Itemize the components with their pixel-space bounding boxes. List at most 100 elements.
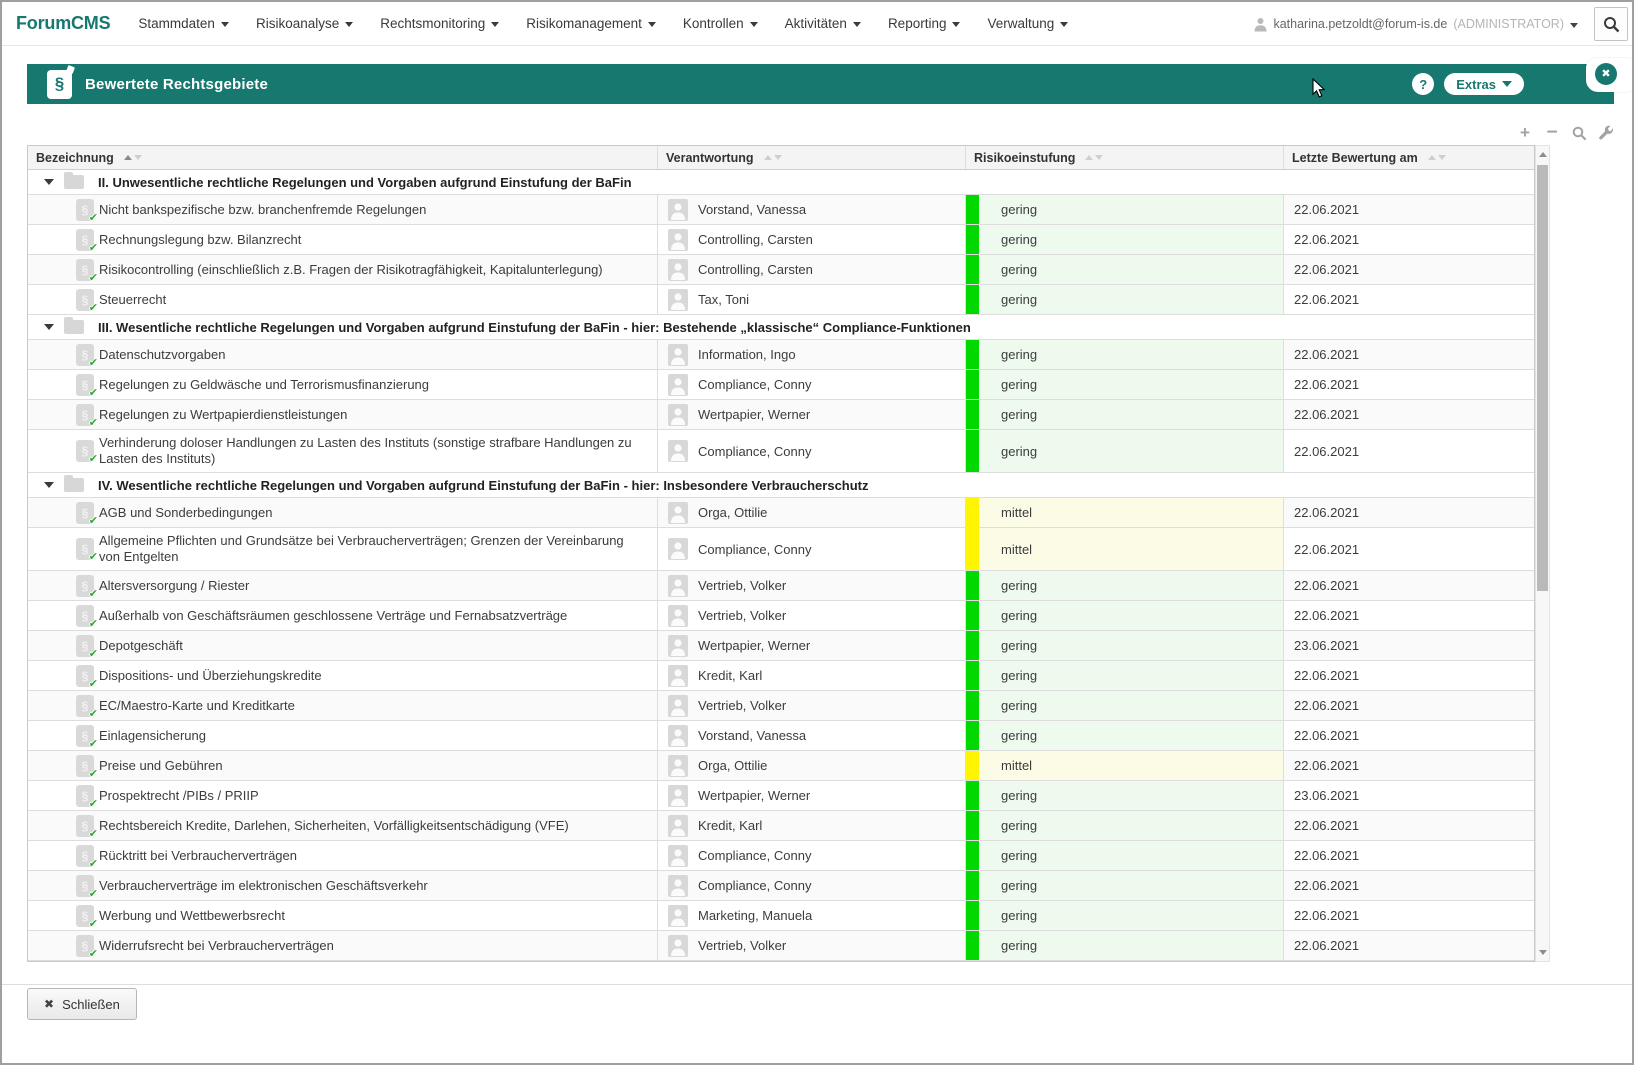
group-label: III. Wesentliche rechtliche Regelungen u…: [98, 320, 971, 335]
table-row[interactable]: §Nicht bankspezifische bzw. branchenfrem…: [28, 195, 1534, 225]
table-row[interactable]: §Altersversorgung / RiesterVertrieb, Vol…: [28, 571, 1534, 601]
column-header-3[interactable]: Risikoeinstufung: [966, 146, 1284, 169]
collapse-triangle-icon[interactable]: [44, 482, 54, 488]
table-row[interactable]: §Widerrufsrecht bei Verbraucherverträgen…: [28, 931, 1534, 961]
menu-item-risikomanagement[interactable]: Risikomanagement: [526, 16, 656, 31]
cell-verantwortung: Wertpapier, Werner: [658, 400, 966, 429]
settings-wrench-icon[interactable]: [1598, 125, 1614, 141]
table-row[interactable]: §Verbraucherverträge im elektronischen G…: [28, 871, 1534, 901]
cell-verantwortung: Kredit, Karl: [658, 661, 966, 690]
cell-verantwortung: Kredit, Karl: [658, 811, 966, 840]
legal-area-checked-icon: §: [76, 665, 94, 687]
vertical-scrollbar[interactable]: [1535, 145, 1550, 962]
table-row[interactable]: §Rücktritt bei VerbraucherverträgenCompl…: [28, 841, 1534, 871]
add-row-icon[interactable]: +: [1517, 125, 1533, 141]
table-row[interactable]: §EC/Maestro-Karte und KreditkarteVertrie…: [28, 691, 1534, 721]
owner-name: Compliance, Conny: [698, 444, 811, 459]
table-row[interactable]: §Rechtsbereich Kredite, Darlehen, Sicher…: [28, 811, 1534, 841]
cell-letzte-bewertung: 22.06.2021: [1284, 195, 1534, 224]
owner-name: Orga, Ottilie: [698, 505, 767, 520]
column-header-1[interactable]: Bezeichnung: [28, 146, 658, 169]
cell-bezeichnung: §AGB und Sonderbedingungen: [28, 498, 658, 527]
risk-color-chip: [966, 871, 979, 900]
group-row[interactable]: II. Unwesentliche rechtliche Regelungen …: [28, 170, 1534, 195]
table-row[interactable]: §Dispositions- und ÜberziehungskrediteKr…: [28, 661, 1534, 691]
table-row[interactable]: §Regelungen zu Wertpapierdienstleistunge…: [28, 400, 1534, 430]
table-row[interactable]: §Außerhalb von Geschäftsräumen geschloss…: [28, 601, 1534, 631]
menu-item-kontrollen[interactable]: Kontrollen: [683, 16, 758, 31]
risk-label: gering: [1001, 848, 1037, 863]
risk-color-chip: [966, 661, 979, 690]
table-row[interactable]: §Werbung und WettbewerbsrechtMarketing, …: [28, 901, 1534, 931]
scrollbar-thumb[interactable]: [1537, 165, 1548, 591]
sort-arrows-icon: [1428, 155, 1446, 160]
avatar-icon: [668, 695, 688, 717]
menu-item-rechtsmonitoring[interactable]: Rechtsmonitoring: [380, 16, 499, 31]
rechtsgebiete-table: BezeichnungVerantwortungRisikoeinstufung…: [27, 145, 1535, 962]
cell-letzte-bewertung: 23.06.2021: [1284, 781, 1534, 810]
owner-name: Compliance, Conny: [698, 878, 811, 893]
cell-verantwortung: Compliance, Conny: [658, 871, 966, 900]
chevron-down-icon: [750, 22, 758, 27]
remove-row-icon[interactable]: −: [1544, 125, 1560, 141]
owner-name: Vorstand, Vanessa: [698, 728, 806, 743]
evaluation-date: 22.06.2021: [1294, 377, 1359, 392]
cell-letzte-bewertung: 22.06.2021: [1284, 571, 1534, 600]
avatar-icon: [668, 845, 688, 867]
table-row[interactable]: §DatenschutzvorgabenInformation, Ingoger…: [28, 340, 1534, 370]
global-search-button[interactable]: [1594, 7, 1628, 41]
extras-button[interactable]: Extras: [1444, 73, 1524, 95]
menu-item-risikoanalyse[interactable]: Risikoanalyse: [256, 16, 353, 31]
cell-verantwortung: Compliance, Conny: [658, 528, 966, 570]
table-row[interactable]: §Prospektrecht /PIBs / PRIIPWertpapier, …: [28, 781, 1534, 811]
chevron-down-icon: [853, 22, 861, 27]
table-row[interactable]: §Allgemeine Pflichten und Grundsätze bei…: [28, 528, 1534, 571]
collapse-triangle-icon[interactable]: [44, 179, 54, 185]
table-row[interactable]: §Rechnungslegung bzw. Bilanzrecht Control…: [28, 225, 1534, 255]
table-row[interactable]: §Regelungen zu Geldwäsche und Terrorismu…: [28, 370, 1534, 400]
close-dialog-button[interactable]: ✖ Schließen: [27, 988, 137, 1020]
owner-name: Wertpapier, Werner: [698, 407, 810, 422]
risk-color-chip: [966, 601, 979, 630]
risk-color-chip: [966, 751, 979, 780]
table-search-icon[interactable]: [1571, 125, 1587, 141]
cell-bezeichnung: §Einlagensicherung: [28, 721, 658, 750]
user-menu[interactable]: katharina.petzoldt@forum-is.de (ADMINIST…: [1254, 17, 1578, 32]
table-row[interactable]: §AGB und SonderbedingungenOrga, Ottiliem…: [28, 498, 1534, 528]
group-row[interactable]: IV. Wesentliche rechtliche Regelungen un…: [28, 473, 1534, 498]
cell-bezeichnung: §Dispositions- und Überziehungskredite: [28, 661, 658, 690]
table-row[interactable]: §SteuerrechtTax, Tonigering22.06.2021: [28, 285, 1534, 315]
table-row[interactable]: §Preise und GebührenOrga, Ottiliemittel2…: [28, 751, 1534, 781]
evaluation-date: 22.06.2021: [1294, 698, 1359, 713]
table-row[interactable]: §EinlagensicherungVorstand, Vanessagerin…: [28, 721, 1534, 751]
help-button[interactable]: ?: [1412, 73, 1434, 95]
cell-letzte-bewertung: 22.06.2021: [1284, 498, 1534, 527]
risk-label: mittel: [1001, 758, 1032, 773]
menu-item-verwaltung[interactable]: Verwaltung: [987, 16, 1068, 31]
menu-item-stammdaten[interactable]: Stammdaten: [138, 16, 229, 31]
table-row[interactable]: §Verhinderung doloser Handlungen zu Last…: [28, 430, 1534, 473]
column-header-2[interactable]: Verantwortung: [658, 146, 966, 169]
scroll-up-arrow[interactable]: [1536, 147, 1549, 162]
risk-color-chip: [966, 370, 979, 399]
group-row[interactable]: III. Wesentliche rechtliche Regelungen u…: [28, 315, 1534, 340]
user-caret-icon: [1570, 23, 1578, 28]
app-logo: ForumCMS: [16, 13, 110, 34]
evaluation-date: 22.06.2021: [1294, 938, 1359, 953]
menu-item-aktivitäten[interactable]: Aktivitäten: [785, 16, 861, 31]
table-row[interactable]: §DepotgeschäftWertpapier, Wernergering23…: [28, 631, 1534, 661]
legal-area-checked-icon: §: [76, 605, 94, 627]
collapse-triangle-icon[interactable]: [44, 324, 54, 330]
legal-area-name: Regelungen zu Geldwäsche und Terrorismus…: [99, 377, 429, 393]
owner-name: Information, Ingo: [698, 347, 796, 362]
column-header-4[interactable]: Letzte Bewertung am: [1284, 146, 1534, 169]
cell-bezeichnung: §Rechnungslegung bzw. Bilanzrecht: [28, 225, 658, 254]
scroll-down-arrow[interactable]: [1536, 945, 1549, 960]
menu-item-reporting[interactable]: Reporting: [888, 16, 961, 31]
close-panel-button[interactable]: ✖: [1595, 63, 1617, 85]
chevron-down-icon: [1060, 22, 1068, 27]
legal-area-name: Nicht bankspezifische bzw. branchenfremd…: [99, 202, 426, 218]
owner-name: Controlling, Carsten: [698, 232, 813, 247]
cell-bezeichnung: §Werbung und Wettbewerbsrecht: [28, 901, 658, 930]
table-row[interactable]: §Risikocontrolling (einschließlich z.B. …: [28, 255, 1534, 285]
